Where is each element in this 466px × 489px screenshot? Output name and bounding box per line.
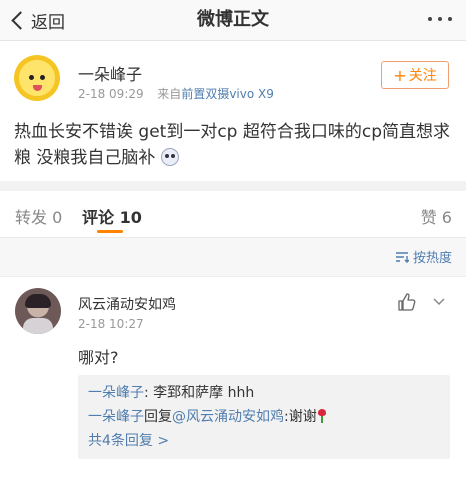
reply-box[interactable]: 一朵峰子: 李郅和萨摩 hhh 一朵峰子回复@风云涌动安如鸡:谢谢 共4条回复 … — [78, 375, 450, 459]
comment-item: 风云涌动安如鸡 2-18 10:27 哪对? 一朵峰子: 李郅和萨摩 hhh 一… — [0, 277, 466, 489]
emoji-icon — [160, 148, 179, 166]
page-title: 微博正文 — [197, 9, 269, 30]
thumb-up-icon[interactable] — [397, 292, 417, 312]
tab-repost[interactable]: 转发 0 — [15, 204, 62, 228]
commenter-name[interactable]: 风云涌动安如鸡 — [78, 294, 176, 314]
sort-bar: 按热度 — [0, 238, 466, 277]
post-source[interactable]: 前置双摄vivo X9 — [181, 87, 274, 101]
post-card: 一朵峰子 2-18 09:29 来自前置双摄vivo X9 + 关注 热血长安不… — [0, 41, 466, 181]
reply-verb: 回复 — [144, 409, 172, 425]
commenter-avatar[interactable] — [15, 288, 61, 334]
tab-active-indicator — [97, 230, 123, 233]
follow-button[interactable]: + 关注 — [381, 61, 449, 89]
rose-icon — [317, 409, 327, 423]
comment-text: 哪对? — [78, 348, 119, 367]
reply-item: 一朵峰子: 李郅和萨摩 hhh — [88, 381, 440, 405]
author-name[interactable]: 一朵峰子 — [78, 61, 142, 85]
tab-like[interactable]: 赞 6 — [421, 204, 452, 228]
sort-button[interactable]: 按热度 — [395, 247, 452, 266]
post-body: 热血长安不错诶 get到一对cp 超符合我口味的cp简直想求粮 没粮我自己脑补 — [14, 122, 450, 168]
follow-label: 关注 — [408, 68, 437, 84]
author-avatar[interactable] — [14, 55, 60, 101]
post-meta: 2-18 09:29 来自前置双摄vivo X9 — [78, 85, 274, 102]
navbar: 返回 微博正文 — [0, 0, 466, 41]
section-divider — [0, 181, 466, 191]
sort-icon — [395, 251, 409, 263]
sort-label: 按热度 — [412, 251, 452, 266]
reply-sep: : — [144, 385, 154, 401]
more-dots-icon[interactable] — [428, 17, 452, 21]
tab-bar: 转发 0 评论 10 赞 6 — [0, 191, 466, 238]
more-replies-link[interactable]: 共4条回复 > — [88, 429, 440, 453]
chevron-down-icon[interactable] — [430, 293, 448, 311]
comment-time: 2-18 10:27 — [78, 317, 144, 331]
reply-text: 李郅和萨摩 hhh — [153, 385, 255, 401]
reply-text: 谢谢 — [288, 409, 317, 425]
post-text: 热血长安不错诶 get到一对cp 超符合我口味的cp简直想求粮 没粮我自己脑补 — [14, 119, 454, 171]
reply-user[interactable]: 一朵峰子 — [88, 409, 144, 425]
post-time: 2-18 09:29 — [78, 87, 144, 101]
reply-mention[interactable]: @风云涌动安如鸡 — [172, 409, 284, 425]
plus-icon: + — [393, 65, 407, 85]
reply-user[interactable]: 一朵峰子 — [88, 385, 144, 401]
reply-item: 一朵峰子回复@风云涌动安如鸡:谢谢 — [88, 405, 440, 429]
source-prefix: 来自 — [157, 87, 182, 101]
tab-comment[interactable]: 评论 10 — [82, 204, 142, 228]
